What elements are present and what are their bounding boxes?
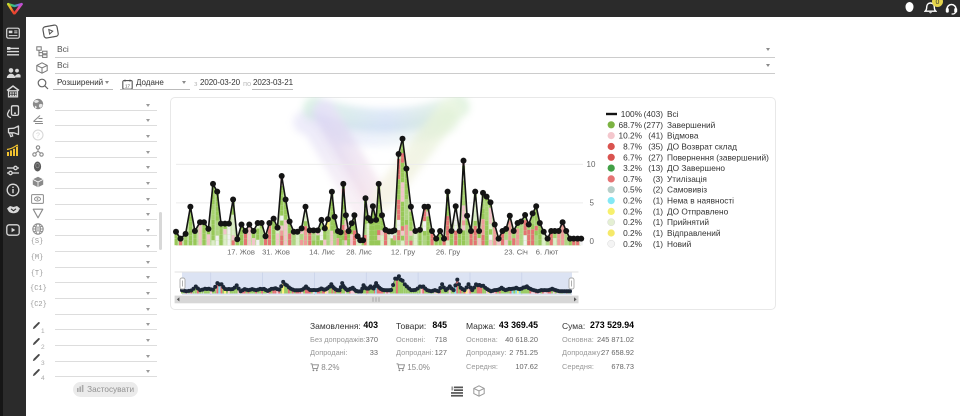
svg-text:12. Гру: 12. Гру (391, 248, 415, 257)
svg-text:5: 5 (590, 198, 595, 207)
svg-text:(41): (41) (648, 131, 663, 141)
svg-text:6.7%: 6.7% (623, 152, 643, 162)
svg-text:10: 10 (587, 160, 596, 169)
svg-text:?: ? (36, 132, 40, 139)
svg-text:14. Лис: 14. Лис (309, 248, 335, 257)
svg-text:0.2%: 0.2% (623, 206, 643, 216)
svg-text:0.2%: 0.2% (623, 196, 643, 206)
svg-text:ДО Завершено: ДО Завершено (667, 163, 725, 173)
svg-text:(1): (1) (653, 217, 663, 227)
svg-text:0.2%: 0.2% (623, 239, 643, 249)
svg-text:0.2%: 0.2% (623, 217, 643, 227)
svg-text:Новий: Новий (667, 239, 692, 249)
svg-text:0.5%: 0.5% (623, 185, 643, 195)
svg-text:17. Жов: 17. Жов (227, 248, 255, 257)
svg-text:Всі: Всі (667, 109, 679, 119)
svg-text:Відмова: Відмова (667, 131, 699, 141)
svg-text:26. Гру: 26. Гру (436, 248, 460, 257)
svg-text:Відправлений: Відправлений (667, 228, 721, 238)
svg-text:17: 17 (125, 84, 131, 89)
svg-text:Прийнятий: Прийнятий (667, 217, 709, 227)
svg-text:Повернення (завершений): Повернення (завершений) (667, 152, 769, 162)
svg-text:0.7%: 0.7% (623, 174, 643, 184)
svg-text:100%: 100% (621, 109, 643, 119)
svg-text:(1): (1) (653, 228, 663, 238)
svg-text:8.7%: 8.7% (623, 142, 643, 152)
svg-text:(13): (13) (648, 163, 663, 173)
svg-text:ДО Возврат склад: ДО Возврат склад (667, 142, 737, 152)
svg-text:(277): (277) (644, 120, 664, 130)
svg-text:10.2%: 10.2% (618, 131, 642, 141)
svg-text:3.2%: 3.2% (623, 163, 643, 173)
svg-text:(35): (35) (648, 142, 663, 152)
svg-text:0: 0 (590, 237, 595, 246)
svg-text:(27): (27) (648, 152, 663, 162)
svg-text:23. Січ: 23. Січ (504, 248, 528, 257)
svg-text:Завершений: Завершений (667, 120, 716, 130)
svg-text:31. Жов: 31. Жов (262, 248, 290, 257)
svg-text:(2): (2) (653, 185, 663, 195)
svg-text:(403): (403) (644, 109, 664, 119)
svg-text:(1): (1) (653, 196, 663, 206)
svg-text:0.2%: 0.2% (623, 228, 643, 238)
svg-text:(1): (1) (653, 206, 663, 216)
svg-text:Нема в наявності: Нема в наявності (667, 196, 734, 206)
svg-text:Самовивіз: Самовивіз (667, 185, 707, 195)
svg-text:6. Лют: 6. Лют (536, 248, 559, 257)
svg-text:(1): (1) (653, 239, 663, 249)
svg-text:ДО Отправлено: ДО Отправлено (667, 206, 729, 216)
svg-text:28. Лис: 28. Лис (346, 248, 372, 257)
svg-text:(3): (3) (653, 174, 663, 184)
svg-text:Утилізація: Утилізація (667, 174, 707, 184)
svg-text:68.7%: 68.7% (618, 120, 642, 130)
